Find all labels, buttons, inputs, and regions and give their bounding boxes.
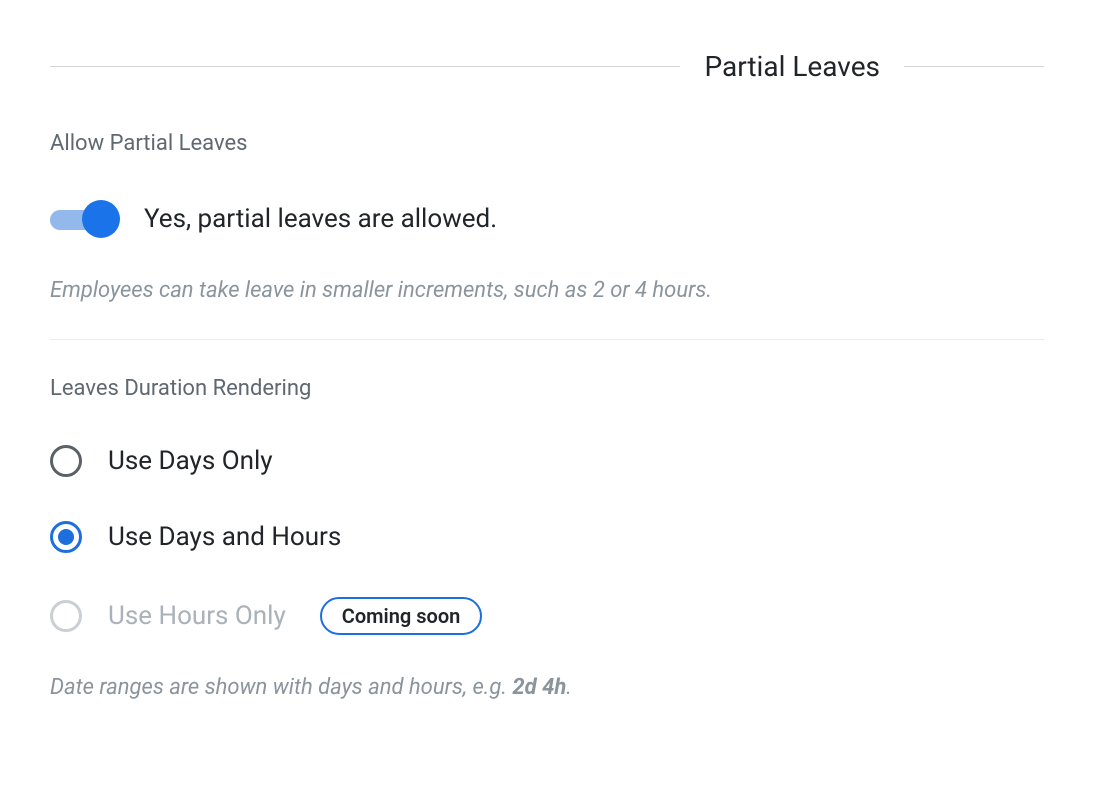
radio-label: Use Hours Only (108, 601, 286, 631)
allow-partial-leaves-help: Employees can take leave in smaller incr… (50, 278, 1044, 303)
radio-button[interactable] (50, 445, 82, 477)
allow-partial-leaves-toggle-label: Yes, partial leaves are allowed. (144, 204, 497, 234)
section-title: Partial Leaves (680, 50, 904, 83)
help-prefix: Date ranges are shown with days and hour… (50, 675, 512, 700)
radio-button[interactable] (50, 521, 82, 553)
duration-rendering-label: Leaves Duration Rendering (50, 376, 1044, 401)
divider-line-right (904, 66, 1044, 67)
coming-soon-badge: Coming soon (320, 597, 483, 635)
allow-partial-leaves-label: Allow Partial Leaves (50, 131, 1044, 156)
radio-button (50, 600, 82, 632)
radio-option-days-only[interactable]: Use Days Only (50, 445, 1044, 477)
radio-label: Use Days and Hours (108, 522, 341, 552)
duration-rendering-radio-group: Use Days Only Use Days and Hours Use Hou… (50, 445, 1044, 635)
toggle-thumb (82, 200, 120, 238)
allow-partial-leaves-toggle[interactable] (50, 200, 120, 238)
radio-option-hours-only: Use Hours Only Coming soon (50, 597, 1044, 635)
radio-inner-dot (58, 529, 74, 545)
radio-label: Use Days Only (108, 446, 273, 476)
duration-rendering-help: Date ranges are shown with days and hour… (50, 675, 1044, 700)
divider (50, 339, 1044, 340)
help-bold-example: 2d 4h (512, 675, 566, 700)
help-suffix: . (566, 675, 572, 700)
section-header: Partial Leaves (50, 50, 1044, 83)
radio-option-days-and-hours[interactable]: Use Days and Hours (50, 521, 1044, 553)
allow-partial-leaves-row: Yes, partial leaves are allowed. (50, 200, 1044, 238)
divider-line-left (50, 66, 680, 67)
